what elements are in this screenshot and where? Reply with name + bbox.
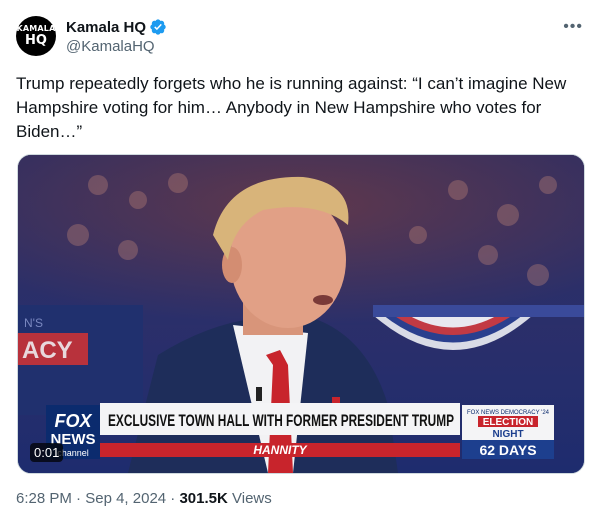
avatar[interactable]: KAMALA HQ <box>16 16 56 56</box>
verified-badge-icon[interactable] <box>149 18 167 36</box>
video-player[interactable]: N'S ACY EXCLUSIVE TOWN HALL WITH FORMER … <box>17 154 585 474</box>
meta-separator: · <box>76 490 82 507</box>
tweet-header: KAMALA HQ Kamala HQ @KamalaHQ ••• <box>0 0 601 64</box>
election-line1: ELECTION <box>483 417 534 428</box>
tweet-date[interactable]: Sep 4, 2024 <box>85 490 166 507</box>
display-name[interactable]: Kamala HQ <box>66 19 146 36</box>
more-options-icon[interactable]: ••• <box>563 18 583 36</box>
tweet-time[interactable]: 6:28 PM <box>16 490 72 507</box>
handle[interactable]: @KamalaHQ <box>66 38 155 55</box>
tweet-meta: 6:28 PM · Sep 4, 2024 · 301.5K Views <box>16 490 272 507</box>
fox-logo-text: FOX <box>54 411 92 431</box>
avatar-text-bottom: HQ <box>25 33 47 48</box>
chyron-show: HANNITY <box>253 443 307 457</box>
bg-sign: ACY <box>22 337 73 364</box>
election-days: 62 DAYS <box>479 442 536 458</box>
bg-sign-small: N'S <box>24 316 43 330</box>
views-count[interactable]: 301.5K <box>179 490 227 507</box>
video-timer: 0:01 <box>30 443 64 462</box>
tweet-text: Trump repeatedly forgets who he is runni… <box>16 74 567 141</box>
election-small-text: FOX NEWS DEMOCRACY '24 <box>467 410 550 416</box>
views-label: Views <box>232 490 272 507</box>
chyron-headline: EXCLUSIVE TOWN HALL WITH FORMER PRESIDEN… <box>108 412 454 430</box>
election-line2: NIGHT <box>492 429 523 440</box>
name-row: Kamala HQ <box>66 18 167 36</box>
video-frame: N'S ACY EXCLUSIVE TOWN HALL WITH FORMER … <box>18 155 584 473</box>
meta-separator: · <box>170 490 176 507</box>
avatar-text-top: KAMALA <box>16 24 56 33</box>
